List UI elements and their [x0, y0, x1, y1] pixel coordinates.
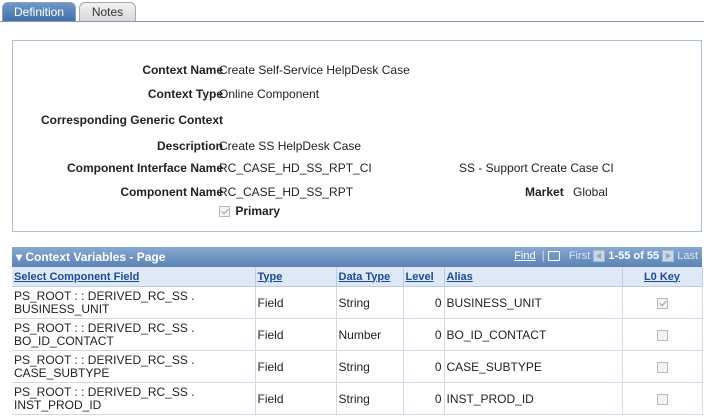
context-type-value: Online Component [219, 87, 320, 101]
tab-notes[interactable]: Notes [79, 2, 136, 21]
component-name-value: RC_CASE_HD_SS_RPT [219, 185, 354, 199]
component-interface-value: RC_CASE_HD_SS_RPT_CI [219, 161, 372, 175]
grid-navigation: Find | First 1-55 of 55 Last [514, 250, 698, 263]
alias-cell: CASE_SUBTYPE [444, 350, 623, 383]
component-field-cell: PS_ROOT : : DERIVED_RC_SS . CASE_SUBTYPE [12, 350, 256, 383]
context-type-label: Context Type [147, 87, 223, 101]
generic-context-label: Corresponding Generic Context [40, 113, 223, 127]
first-link[interactable]: First [569, 250, 590, 262]
type-cell: Field [255, 350, 337, 383]
alias-cell: BO_ID_CONTACT [444, 318, 623, 351]
component-field-cell: PS_ROOT : : DERIVED_RC_SS . BO_ID_CONTACT [12, 318, 256, 351]
component-name-label: Component Name [120, 185, 223, 199]
download-icon[interactable] [547, 251, 560, 262]
data-type-cell: String [336, 350, 404, 383]
level-cell: 0 [403, 286, 445, 319]
component-field-cell: PS_ROOT : : DERIVED_RC_SS . INST_PROD_ID [12, 382, 256, 415]
l0-key-checkbox[interactable] [656, 393, 668, 405]
row-range: 1-55 of 55 [608, 250, 660, 262]
type-cell: Field [255, 382, 337, 415]
column-l0-key[interactable]: L0 Key [622, 267, 703, 287]
last-link[interactable]: Last [677, 250, 698, 262]
alias-cell: INST_PROD_ID [444, 382, 623, 415]
level-cell: 0 [403, 382, 445, 415]
context-variables-grid: ▾ Context Variables - Page Find | First … [12, 247, 703, 415]
previous-arrow-icon[interactable] [593, 250, 606, 263]
market-value: Global [573, 185, 608, 199]
definition-panel: Context Name Create Self-Service HelpDes… [12, 40, 702, 232]
column-alias[interactable]: Alias [444, 267, 623, 287]
table-row: PS_ROOT : : DERIVED_RC_SS . INST_PROD_ID … [12, 382, 703, 415]
column-type[interactable]: Type [255, 267, 337, 287]
data-type-cell: Number [336, 318, 404, 351]
data-type-cell: String [336, 382, 404, 415]
column-level[interactable]: Level [403, 267, 445, 287]
tab-definition[interactable]: Definition [2, 2, 76, 22]
l0-key-cell [622, 382, 703, 415]
table-row: PS_ROOT : : DERIVED_RC_SS . BUSINESS_UNIT… [12, 286, 703, 319]
primary-label: Primary [235, 204, 281, 218]
tab-bar: Definition Notes [0, 0, 704, 22]
context-name-label: Context Name [142, 63, 223, 77]
description-value: Create SS HelpDesk Case [219, 139, 362, 153]
grid-table: Select Component Field Type Data Type Le… [12, 267, 703, 415]
market-label: Market [525, 185, 564, 199]
l0-key-checkbox[interactable] [656, 329, 668, 341]
primary-checkbox[interactable] [219, 206, 230, 218]
alias-cell: BUSINESS_UNIT [444, 286, 623, 319]
l0-key-checkbox[interactable] [656, 361, 668, 373]
type-cell: Field [255, 286, 337, 319]
description-label: Description [156, 139, 223, 153]
tab-divider [0, 21, 704, 22]
data-type-cell: String [336, 286, 404, 319]
type-cell: Field [255, 318, 337, 351]
component-interface-label: Component Interface Name [66, 161, 223, 175]
grid-column-headers: Select Component Field Type Data Type Le… [12, 267, 703, 287]
l0-key-cell [622, 350, 703, 383]
grid-title: ▾ Context Variables - Page [16, 250, 166, 264]
table-row: PS_ROOT : : DERIVED_RC_SS . BO_ID_CONTACT… [12, 318, 703, 351]
column-data-type[interactable]: Data Type [336, 267, 404, 287]
l0-key-cell [622, 318, 703, 351]
column-select-component-field[interactable]: Select Component Field [12, 267, 256, 287]
next-arrow-icon[interactable] [662, 250, 675, 263]
l0-key-cell [622, 286, 703, 319]
level-cell: 0 [403, 318, 445, 351]
component-field-cell: PS_ROOT : : DERIVED_RC_SS . BUSINESS_UNIT [12, 286, 256, 319]
find-link[interactable]: Find [514, 250, 535, 262]
level-cell: 0 [403, 350, 445, 383]
l0-key-checkbox[interactable] [656, 297, 668, 309]
component-interface-description: SS - Support Create Case CI [459, 161, 614, 175]
primary-field: Primary [219, 204, 280, 218]
table-row: PS_ROOT : : DERIVED_RC_SS . CASE_SUBTYPE … [12, 350, 703, 383]
context-name-value: Create Self-Service HelpDesk Case [219, 63, 410, 77]
grid-header: ▾ Context Variables - Page Find | First … [12, 247, 702, 267]
